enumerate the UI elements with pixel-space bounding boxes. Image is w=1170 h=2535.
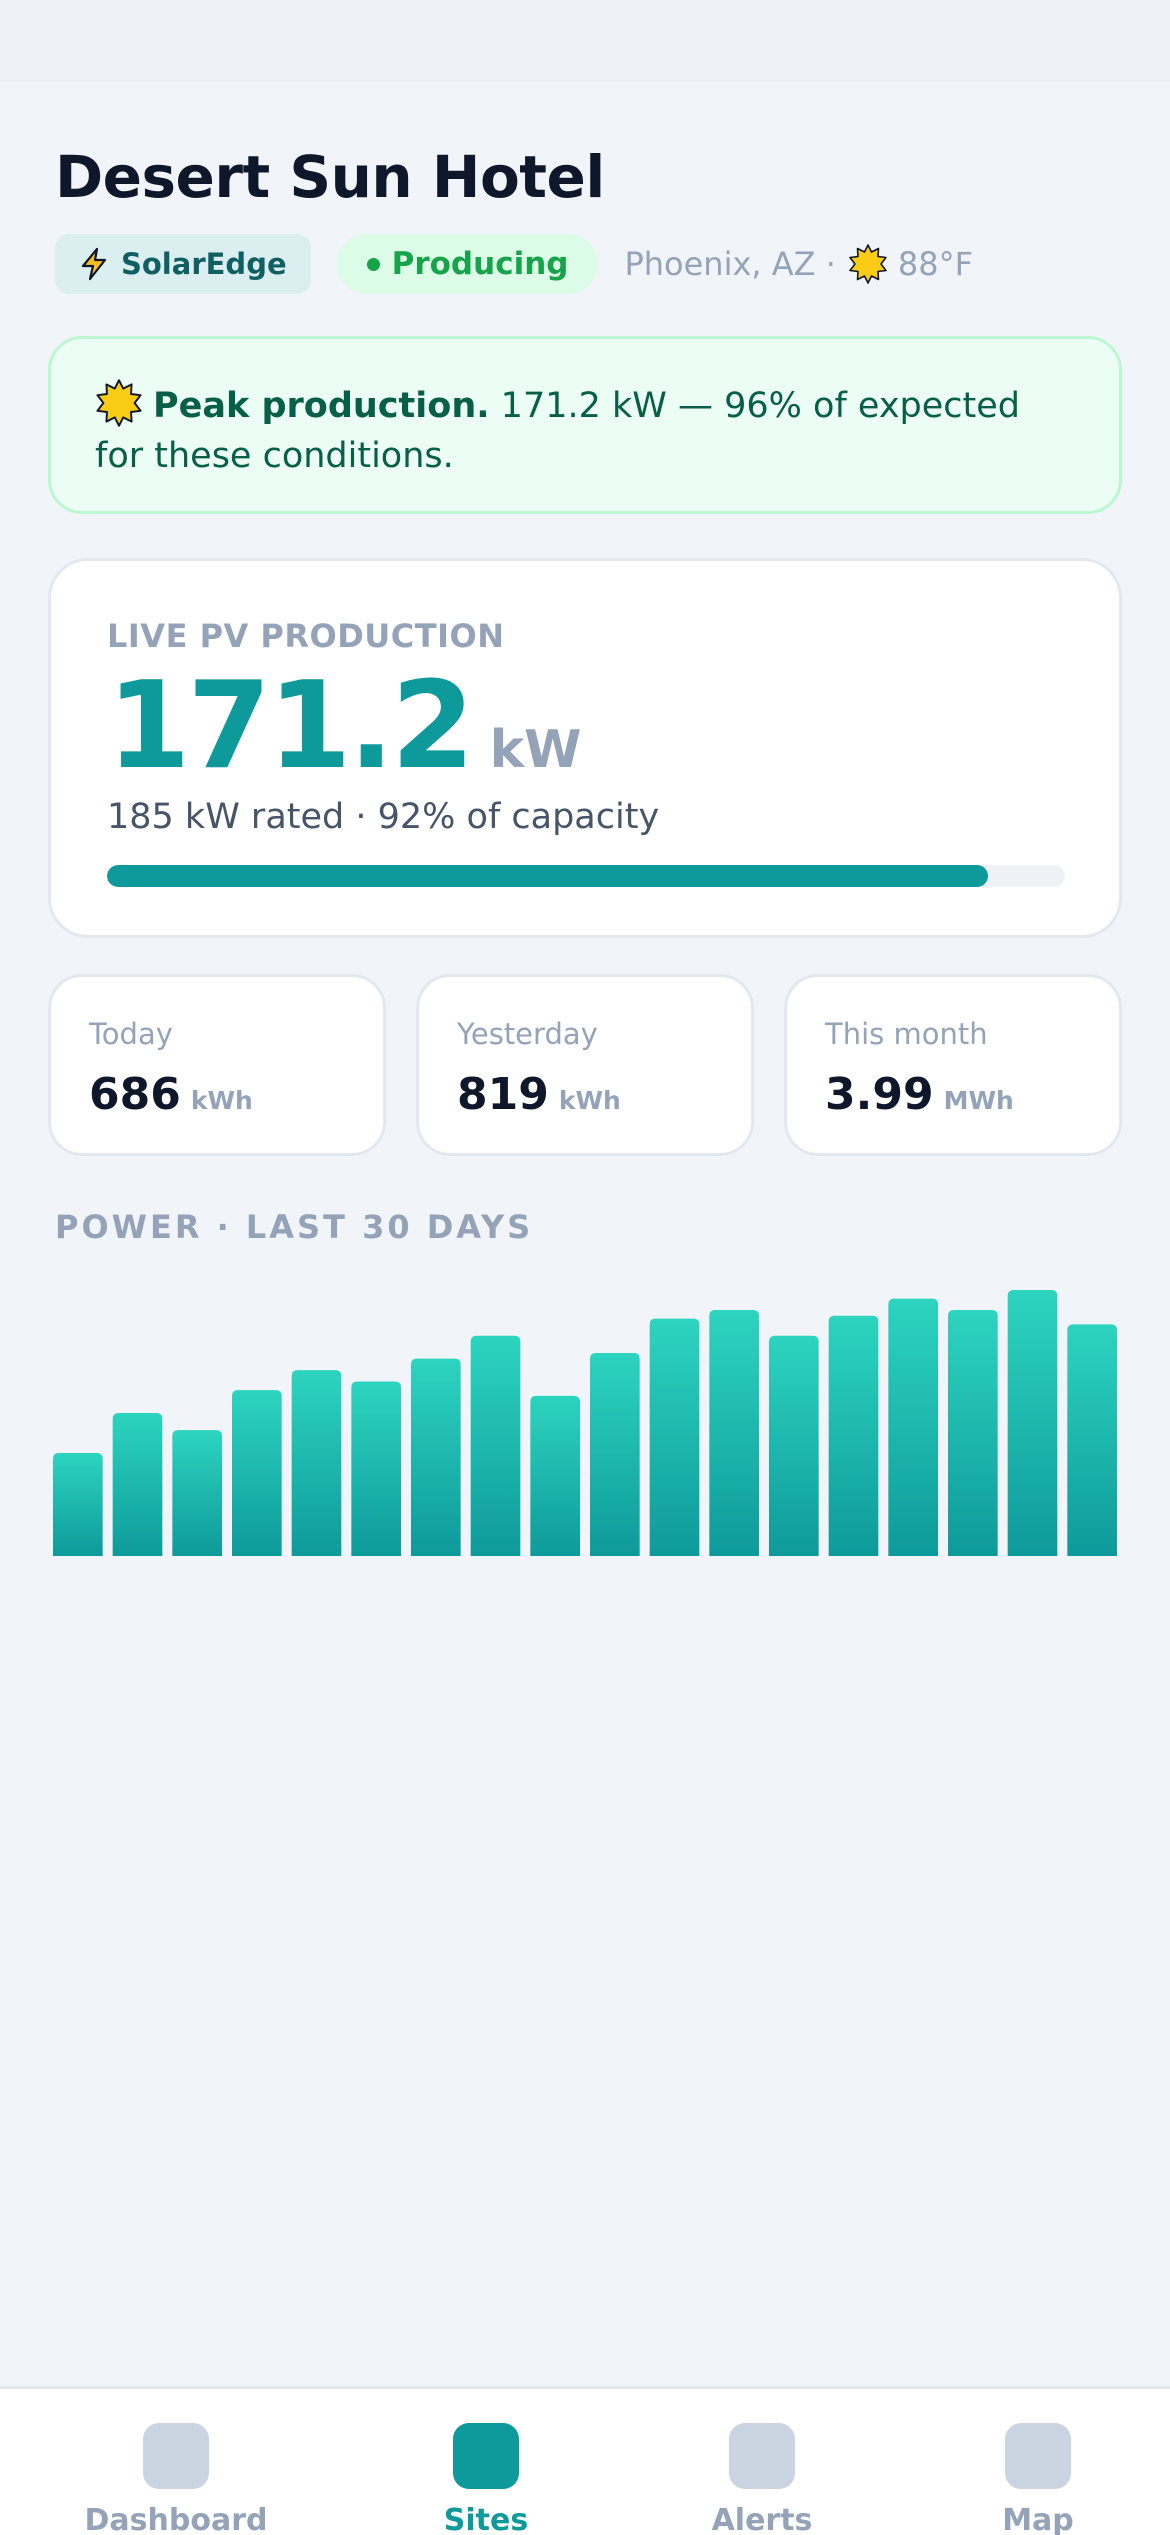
live-production-label: LIVE PV PRODUCTION: [107, 617, 505, 655]
stat-card-yesterday[interactable]: Yesterday 819 kWh: [416, 974, 754, 1156]
lightning-icon: [81, 247, 107, 281]
capacity-subtitle: 185 kW rated · 92% of capacity: [107, 797, 660, 837]
stat-value: 819 kWh: [457, 1069, 751, 1120]
tab-label: Alerts: [711, 2503, 813, 2535]
capacity-progress-fill: [107, 865, 989, 887]
alerts-icon: [729, 2423, 795, 2489]
map-icon: [1005, 2423, 1071, 2489]
stat-label: Today: [89, 1017, 173, 1051]
chart-bar: [590, 1352, 640, 1556]
chart-bar: [232, 1390, 282, 1556]
stat-card-this-month[interactable]: This month 3.99 MWh: [784, 974, 1122, 1156]
stat-number: 819: [457, 1069, 549, 1120]
chart-bar: [172, 1430, 222, 1556]
tab-map[interactable]: Map: [918, 2423, 1158, 2535]
chart-bar: [888, 1298, 938, 1556]
stat-label: Yesterday: [457, 1017, 598, 1051]
location-weather: Phoenix, AZ · 88°F: [624, 244, 973, 284]
status-bar: [0, 0, 1170, 82]
tab-sites[interactable]: Sites: [366, 2423, 606, 2535]
chart-bar: [351, 1381, 401, 1556]
banner-headline: Peak production.: [153, 386, 490, 426]
live-production-unit: kW: [489, 720, 582, 780]
stat-number: 3.99: [825, 1069, 934, 1120]
stat-unit: kWh: [558, 1086, 621, 1115]
stat-value: 3.99 MWh: [825, 1069, 1119, 1120]
stat-unit: kWh: [190, 1086, 253, 1115]
chart-bar: [1007, 1290, 1058, 1556]
sun-icon: [96, 379, 142, 427]
production-banner: Peak production. 171.2 kW — 96% of expec…: [48, 336, 1122, 514]
stat-number: 686: [89, 1069, 181, 1120]
tab-alerts[interactable]: Alerts: [642, 2423, 882, 2535]
status-label: Producing: [391, 246, 569, 282]
site-meta-row: SolarEdge Producing Phoenix, AZ · 88°F: [55, 234, 973, 294]
status-dot: [366, 257, 380, 271]
chart-bar: [470, 1335, 521, 1556]
chart-bar: [112, 1413, 163, 1556]
chart-bar: [1067, 1324, 1117, 1556]
chart-bar: [530, 1395, 580, 1556]
stat-value: 686 kWh: [89, 1069, 383, 1120]
tab-label: Dashboard: [84, 2503, 268, 2535]
vendor-badge: SolarEdge: [55, 234, 311, 294]
chart-bar: [53, 1453, 103, 1556]
status-badge: Producing: [336, 234, 599, 294]
live-production-number: 171.2: [107, 657, 475, 796]
capacity-progress-bar: [107, 865, 1065, 887]
tab-label: Sites: [443, 2503, 529, 2535]
energy-stats: Today 686 kWh Yesterday 819 kWh This mon…: [48, 974, 1122, 1156]
live-production-card: LIVE PV PRODUCTION 171.2 kW 185 kW rated…: [48, 558, 1122, 938]
tab-label: Map: [1002, 2503, 1074, 2535]
power-bar-chart: [53, 1290, 1117, 1556]
stat-card-today[interactable]: Today 686 kWh: [48, 974, 386, 1156]
vendor-label: SolarEdge: [121, 247, 287, 281]
chart-bar: [769, 1335, 819, 1556]
chart-bar: [291, 1370, 342, 1556]
sites-icon: [453, 2423, 519, 2489]
chart-bar: [709, 1310, 759, 1556]
stat-label: This month: [825, 1017, 988, 1051]
live-production-value: 171.2 kW: [107, 667, 1063, 787]
stat-unit: MWh: [943, 1086, 1014, 1115]
chart-bar: [828, 1315, 879, 1556]
page-title: Desert Sun Hotel: [55, 143, 605, 211]
bottom-tab-bar: Dashboard Sites Alerts Map: [0, 2386, 1170, 2535]
chart-bar: [649, 1318, 700, 1556]
temperature-label: 88°F: [897, 245, 974, 283]
dashboard-icon: [143, 2423, 209, 2489]
location-label: Phoenix, AZ ·: [624, 245, 836, 283]
chart-bar: [411, 1358, 461, 1556]
sun-icon: [849, 244, 887, 284]
chart-title: POWER · LAST 30 DAYS: [55, 1208, 534, 1246]
chart-bar: [948, 1310, 998, 1556]
tab-dashboard[interactable]: Dashboard: [56, 2423, 296, 2535]
